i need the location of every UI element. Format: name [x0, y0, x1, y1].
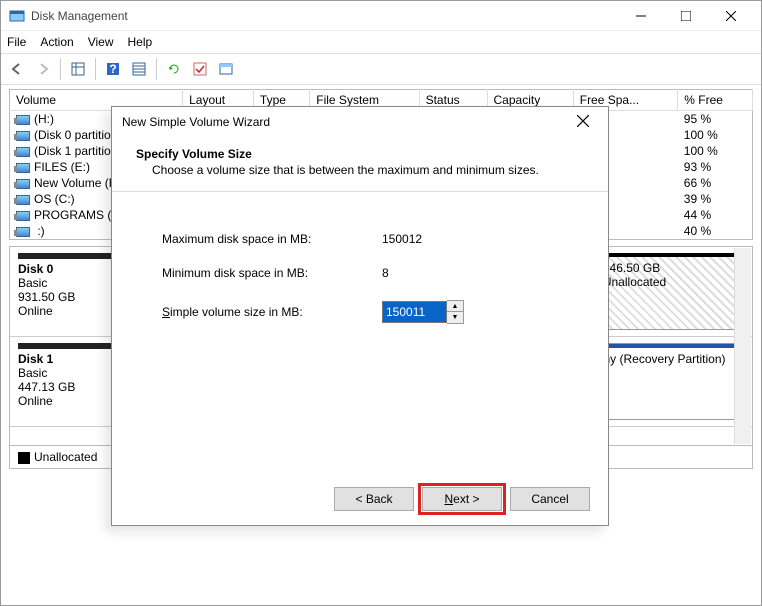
scrollbar[interactable] — [734, 248, 751, 444]
disk1-label: Disk 1 — [18, 352, 53, 366]
menu-view[interactable]: View — [88, 35, 114, 49]
window-title: Disk Management — [31, 9, 618, 23]
cancel-button[interactable]: Cancel — [510, 487, 590, 511]
forward-button[interactable] — [31, 57, 55, 81]
dialog-heading: Specify Volume Size — [136, 147, 252, 161]
dialog-subtext: Choose a volume size that is between the… — [152, 163, 584, 177]
max-space-label: Maximum disk space in MB: — [162, 232, 382, 246]
spin-down-button[interactable]: ▼ — [447, 312, 463, 323]
toolbar: ? — [1, 53, 761, 85]
disk0-status: Online — [18, 304, 53, 318]
close-button[interactable] — [708, 2, 753, 30]
svg-text:?: ? — [109, 62, 116, 76]
column-header[interactable]: % Free — [678, 90, 753, 111]
disk0-label: Disk 0 — [18, 262, 53, 276]
menu-help[interactable]: Help — [128, 35, 153, 49]
disk1-size: 447.13 GB — [18, 380, 75, 394]
spin-up-button[interactable]: ▲ — [447, 301, 463, 312]
dialog-title: New Simple Volume Wizard — [122, 115, 568, 129]
disk0-type: Basic — [18, 276, 47, 290]
disk0-size: 931.50 GB — [18, 290, 75, 304]
volume-size-label: Simple volume size in MB: — [162, 305, 382, 319]
app-icon — [9, 8, 25, 24]
min-space-label: Minimum disk space in MB: — [162, 266, 382, 280]
grid-icon[interactable] — [66, 57, 90, 81]
unallocated-region[interactable]: 146.50 GB Unallocated — [596, 253, 746, 330]
check-icon[interactable] — [188, 57, 212, 81]
back-button[interactable]: < Back — [334, 487, 414, 511]
menubar: File Action View Help — [1, 31, 761, 53]
window-icon[interactable] — [214, 57, 238, 81]
menu-action[interactable]: Action — [40, 35, 73, 49]
disk1-status: Online — [18, 394, 53, 408]
titlebar: Disk Management — [1, 1, 761, 31]
menu-file[interactable]: File — [7, 35, 26, 49]
min-space-value: 8 — [382, 266, 389, 280]
help-icon[interactable]: ? — [101, 57, 125, 81]
refresh-icon[interactable] — [162, 57, 186, 81]
maximize-button[interactable] — [663, 2, 708, 30]
spinner: ▲ ▼ — [447, 300, 464, 324]
disk1-type: Basic — [18, 366, 47, 380]
max-space-value: 150012 — [382, 232, 422, 246]
minimize-button[interactable] — [618, 2, 663, 30]
next-button[interactable]: Next > — [422, 487, 502, 511]
list-icon[interactable] — [127, 57, 151, 81]
unallocated-swatch — [18, 452, 30, 464]
new-volume-wizard-dialog: New Simple Volume Wizard Specify Volume … — [111, 106, 609, 526]
volume-size-input[interactable] — [382, 301, 447, 323]
back-button[interactable] — [5, 57, 29, 81]
dialog-close-button[interactable] — [568, 115, 598, 130]
